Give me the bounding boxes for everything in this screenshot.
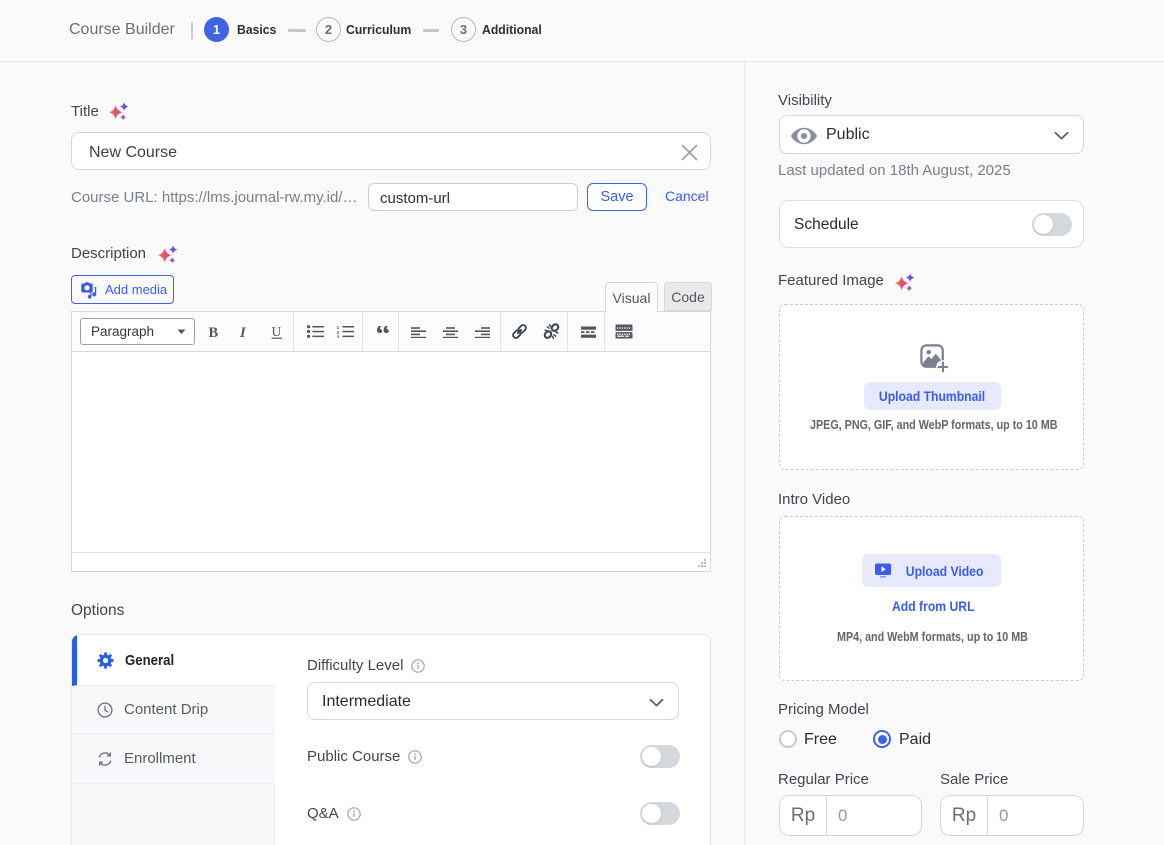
svg-text:I: I (240, 325, 247, 338)
svg-text:B: B (209, 325, 219, 338)
svg-text:“: “ (377, 326, 391, 338)
svg-text:3: 3 (337, 334, 340, 338)
svg-text:U: U (272, 325, 282, 339)
